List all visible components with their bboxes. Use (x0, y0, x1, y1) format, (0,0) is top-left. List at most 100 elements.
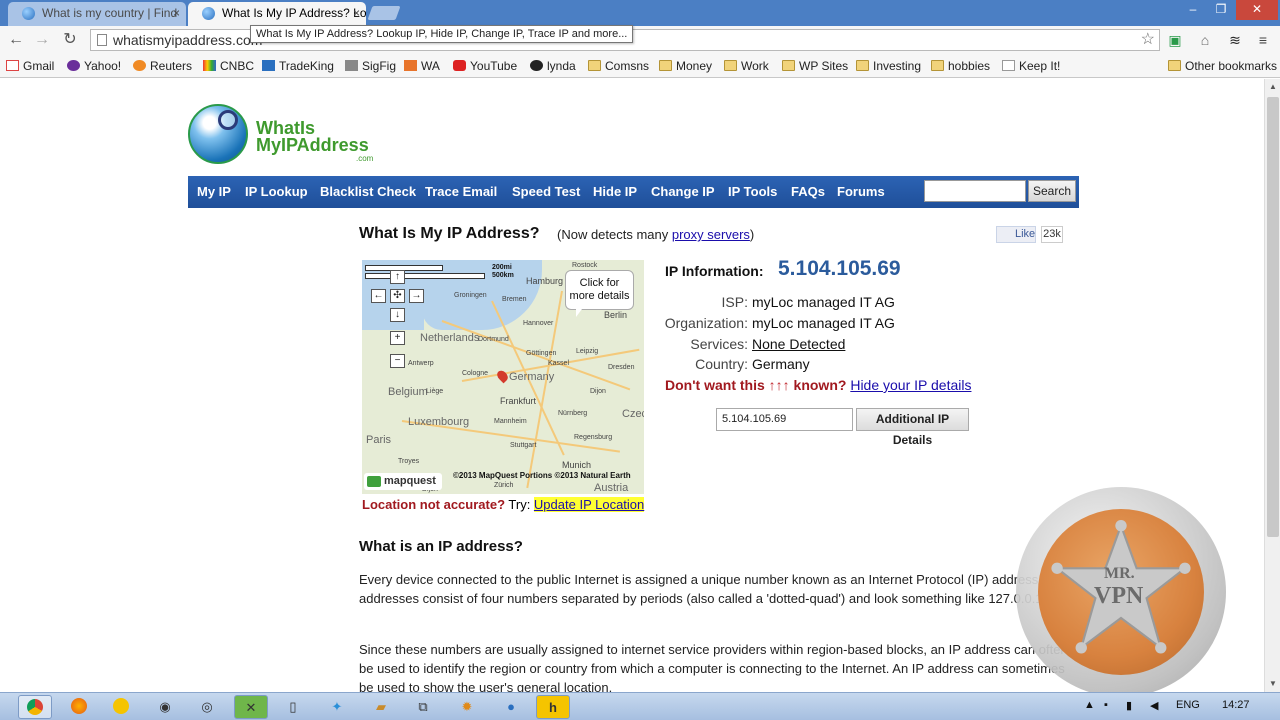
hola-taskbar-icon[interactable]: h (536, 695, 570, 719)
firefox-taskbar-icon[interactable] (62, 695, 96, 719)
language-indicator[interactable]: ENG (1176, 699, 1200, 711)
additional-ip-details-button[interactable]: Additional IP Details (856, 408, 969, 447)
bookmark-star-icon[interactable]: ☆ (1141, 30, 1155, 50)
bookmark-gmail[interactable]: Gmail (6, 58, 54, 74)
site-logo-globe-icon[interactable] (188, 104, 248, 164)
file-taskbar-icon[interactable]: ▯ (276, 695, 310, 719)
folder-icon (659, 60, 672, 71)
bookmark-folder-hobbies[interactable]: hobbies (931, 58, 990, 74)
bookmark-cnbc[interactable]: CNBC (203, 58, 254, 74)
evernote-extension-icon[interactable]: ▣ (1166, 31, 1184, 49)
nav-blacklist-check[interactable]: Blacklist Check (320, 184, 416, 199)
map-label: Munich (562, 460, 592, 470)
map-pan-left-button[interactable]: ← (371, 289, 386, 303)
map-land (362, 330, 482, 494)
mapquest-logo[interactable]: mapquest (364, 473, 442, 490)
bookmark-folder-work[interactable]: Work (724, 58, 769, 74)
map-pan-up-button[interactable]: ↑ (390, 270, 405, 284)
forward-button[interactable]: → (32, 30, 52, 50)
app-taskbar-icon[interactable]: ◎ (190, 695, 224, 719)
globe-taskbar-icon[interactable]: ● (494, 695, 528, 719)
home-icon[interactable]: ⌂ (1196, 31, 1214, 49)
site-search-button[interactable]: Search (1028, 180, 1076, 202)
tab-what-is-my-ip[interactable]: What Is My IP Address? Lo × (188, 2, 366, 26)
tray-app-icon[interactable]: ▪ (1104, 699, 1108, 711)
norton-taskbar-icon[interactable] (104, 695, 138, 719)
ip-lookup-input[interactable]: 5.104.105.69 (716, 408, 853, 431)
bookmarks-bar: Gmail Yahoo! Reuters CNBC TradeKing SigF… (0, 54, 1280, 78)
layers-extension-icon[interactable]: ≋ (1226, 31, 1244, 49)
logo-dotcom: .com (356, 154, 374, 163)
nav-faqs[interactable]: FAQs (791, 184, 825, 199)
services-link[interactable]: None Detected (752, 336, 845, 352)
scroll-thumb[interactable] (1267, 97, 1279, 537)
settings-taskbar-icon[interactable]: ✹ (450, 695, 484, 719)
map-label: Austria (594, 482, 629, 494)
other-bookmarks[interactable]: Other bookmarks (1168, 58, 1277, 74)
excel-taskbar-icon[interactable]: ✕ (234, 695, 268, 719)
reuters-icon (133, 60, 146, 71)
back-button[interactable]: ← (6, 30, 26, 50)
restore-button[interactable]: ❐ (1206, 0, 1236, 20)
bookmark-folder-wp-sites[interactable]: WP Sites (782, 58, 848, 74)
nav-ip-lookup[interactable]: IP Lookup (245, 184, 308, 199)
twitter-taskbar-icon[interactable]: ✦ (320, 695, 354, 719)
site-search-input[interactable] (924, 180, 1026, 202)
bookmark-youtube[interactable]: YouTube (453, 58, 517, 74)
nav-trace-email[interactable]: Trace Email (425, 184, 497, 199)
bookmark-folder-investing[interactable]: Investing (856, 58, 921, 74)
scroll-down-icon[interactable]: ▼ (1265, 676, 1280, 692)
map-label: Berlin (604, 310, 628, 320)
map-label: Frankfurt (500, 396, 537, 406)
bookmark-reuters[interactable]: Reuters (133, 58, 192, 74)
magnifier-icon (218, 110, 238, 130)
tab-what-is-my-country[interactable]: What is my country | Find × (8, 2, 186, 26)
bookmark-lynda[interactable]: lynda (530, 58, 576, 74)
game-taskbar-icon[interactable]: ◉ (148, 695, 182, 719)
nav-hide-ip[interactable]: Hide IP (593, 184, 637, 199)
map-pan-right-button[interactable]: → (409, 289, 424, 303)
bookmark-folder-money[interactable]: Money (659, 58, 712, 74)
bookmark-yahoo[interactable]: Yahoo! (67, 58, 121, 74)
bookmark-wa[interactable]: WA (404, 58, 440, 74)
hide-ip-details-link[interactable]: Hide your IP details (850, 377, 971, 393)
close-icon[interactable]: × (173, 2, 180, 24)
clock[interactable]: 14:27 (1222, 699, 1250, 711)
update-ip-location-link[interactable]: Update IP Location (533, 497, 645, 512)
logo-text-line2[interactable]: MyIPAddress (256, 135, 369, 156)
network-icon[interactable]: ▮ (1126, 699, 1132, 712)
nav-change-ip[interactable]: Change IP (651, 184, 715, 199)
proxy-servers-link[interactable]: proxy servers (672, 227, 750, 242)
nav-forums[interactable]: Forums (837, 184, 885, 199)
chrome-taskbar-icon[interactable] (18, 695, 52, 719)
map-zoom-out-button[interactable]: − (390, 354, 405, 368)
bookmark-sigfig[interactable]: SigFig (345, 58, 396, 74)
map-center-button[interactable]: ✣ (390, 289, 405, 303)
nav-my-ip[interactable]: My IP (197, 184, 231, 199)
article-paragraph: Every device connected to the public Int… (359, 572, 1058, 606)
nav-speed-test[interactable]: Speed Test (512, 184, 580, 199)
article-paragraph: Since these numbers are usually assigned… (359, 642, 1068, 695)
page-scrollbar[interactable]: ▲ ▼ (1264, 79, 1280, 692)
bookmark-tradeking[interactable]: TradeKing (262, 58, 334, 74)
window-close-button[interactable]: ✕ (1236, 0, 1278, 20)
section-heading: What is an IP address? (359, 538, 523, 555)
tray-arrow-icon[interactable]: ▲ (1084, 699, 1095, 711)
map-info-bubble[interactable]: Click for more details (565, 270, 634, 317)
screenshot-taskbar-icon[interactable]: ⧉ (406, 695, 440, 719)
minimize-button[interactable]: – (1178, 0, 1208, 20)
map-label: Cologne (462, 370, 489, 377)
nav-ip-tools[interactable]: IP Tools (728, 184, 777, 199)
map-zoom-in-button[interactable]: + (390, 331, 405, 345)
folder-taskbar-icon[interactable]: ▰ (364, 695, 398, 719)
map-pan-down-button[interactable]: ↓ (390, 308, 405, 322)
volume-icon[interactable]: ◀ (1150, 699, 1158, 712)
reload-button[interactable]: ↻ (60, 30, 80, 50)
facebook-like-button[interactable]: Like (996, 226, 1036, 243)
bookmark-folder-comsns[interactable]: Comsns (588, 58, 649, 74)
new-tab-button[interactable] (367, 6, 401, 20)
close-icon[interactable]: × (353, 2, 360, 24)
menu-icon[interactable]: ≡ (1254, 31, 1272, 49)
scroll-up-icon[interactable]: ▲ (1265, 79, 1280, 95)
bookmark-keep-it[interactable]: Keep It! (1002, 58, 1060, 74)
